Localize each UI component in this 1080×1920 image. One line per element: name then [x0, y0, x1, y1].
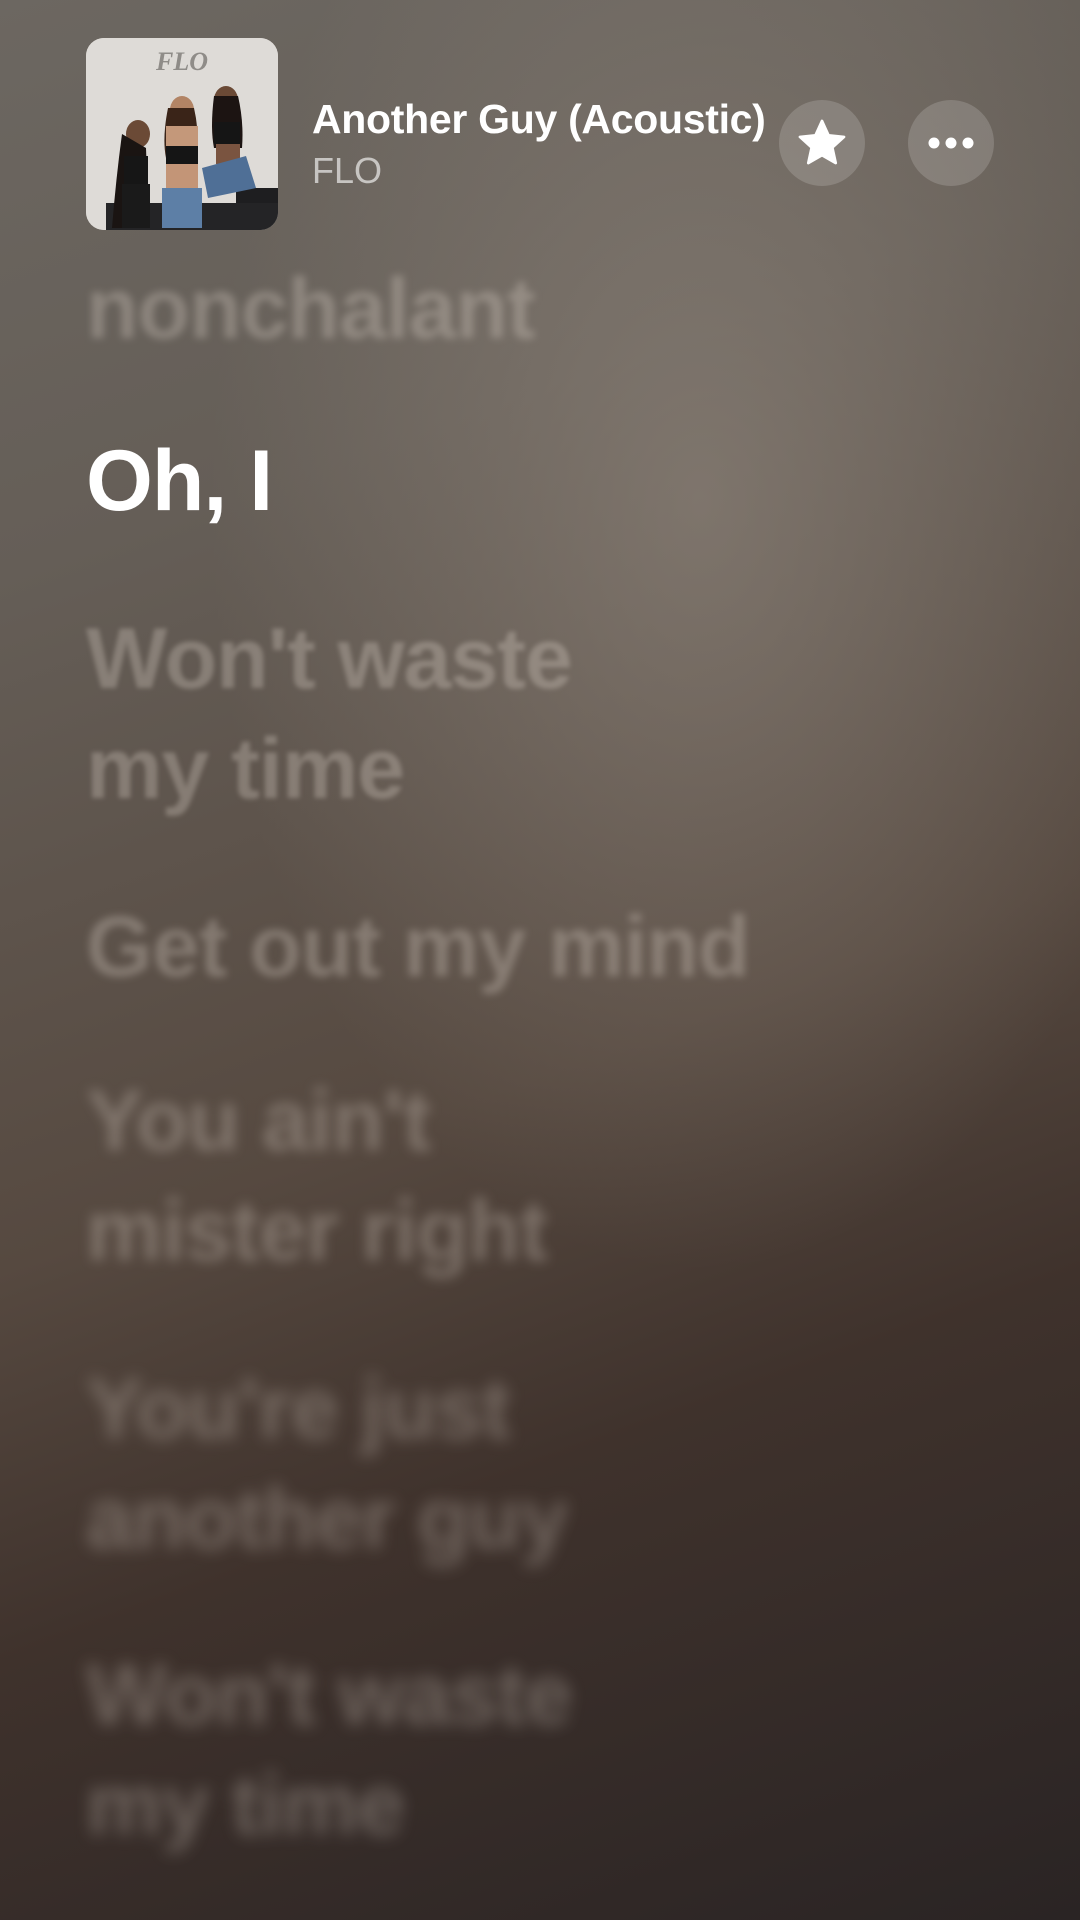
lyric-line-upcoming[interactable]: You're just another guy [86, 1354, 986, 1574]
star-icon [798, 119, 846, 165]
track-title: Another Guy (Acoustic) [312, 96, 766, 142]
album-logo: FLO [155, 47, 208, 76]
favorite-button[interactable] [779, 100, 865, 186]
lyric-line-past[interactable]: nonchalant [86, 254, 986, 364]
lyric-text: my time [86, 1757, 405, 1853]
ellipsis-icon [928, 137, 974, 149]
lyric-line-current[interactable]: Oh, I [86, 426, 986, 536]
lyrics-screen: FLO Another Guy (Acoustic) FLO nonchalan… [0, 0, 1080, 1920]
lyric-text: Oh, I [86, 433, 273, 529]
lyric-text: Get out my mind [86, 899, 750, 995]
lyric-text: You ain't [86, 1073, 431, 1169]
lyric-line-upcoming[interactable]: Won't waste my time [86, 1640, 986, 1860]
lyric-text: another guy [86, 1471, 568, 1567]
lyric-text: You're just [86, 1361, 511, 1457]
album-artwork[interactable]: FLO [86, 38, 278, 230]
lyric-line-upcoming[interactable]: Won't waste my time [86, 604, 986, 824]
track-artist: FLO [312, 150, 383, 191]
lyric-line-upcoming[interactable]: You ain't mister right [86, 1066, 986, 1286]
lyric-text: mister right [86, 1183, 548, 1279]
lyric-line-upcoming[interactable]: Get out my mind [86, 892, 986, 1002]
now-playing-header: FLO Another Guy (Acoustic) FLO [0, 0, 1080, 240]
lyric-text: Won't waste [86, 611, 573, 707]
lyric-text: my time [86, 721, 405, 817]
track-info[interactable]: Another Guy (Acoustic) FLO [312, 94, 767, 194]
more-options-button[interactable] [908, 100, 994, 186]
lyric-text: nonchalant [86, 261, 536, 357]
lyric-text: Won't waste [86, 1647, 573, 1743]
